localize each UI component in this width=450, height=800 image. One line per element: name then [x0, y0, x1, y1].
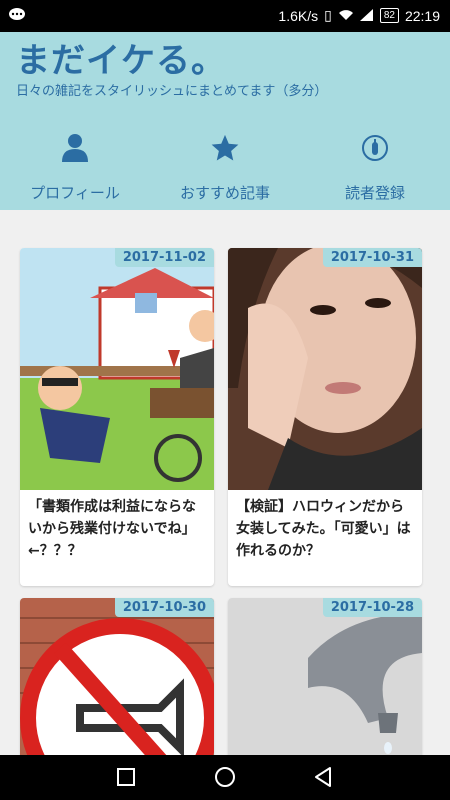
article-title[interactable]: 「書類作成は利益にならないから残業付けないでね」←？？？ — [20, 490, 214, 570]
site-header: まだイケる。 日々の雑記をスタイリッシュにまとめてます（多分） プロフィール お… — [0, 32, 450, 210]
article-list: 2017-11-02 「書類作成は利益にならないから残業付けないでね」←？？？ … — [0, 210, 450, 755]
nav-label: おすすめ記事 — [179, 184, 270, 202]
site-title[interactable]: まだイケる。 — [16, 40, 226, 82]
article-card[interactable]: 2017-10-28 — [228, 598, 422, 755]
article-card[interactable]: 2017-10-30 — [20, 598, 214, 755]
back-button[interactable] — [312, 765, 336, 789]
status-bar: 1.6K/s ▯ 82 22:19 — [0, 0, 450, 32]
vibrate-icon: ▯ — [324, 7, 332, 23]
battery-indicator: 82 — [379, 8, 399, 23]
nav-subscribe[interactable]: 読者登録 — [300, 128, 450, 203]
header-nav: プロフィール おすすめ記事 読者登録 — [0, 128, 450, 208]
nav-label: 読者登録 — [344, 184, 405, 202]
message-icon — [8, 7, 26, 26]
site-subtitle: 日々の雑記をスタイリッシュにまとめてます（多分） — [16, 84, 328, 99]
article-date: 2017-10-31 — [322, 248, 422, 267]
article-thumbnail: 2017-10-30 — [20, 598, 214, 755]
article-date: 2017-10-30 — [114, 598, 214, 617]
subscribe-icon — [300, 128, 450, 168]
net-speed: 1.6K/s — [278, 7, 319, 24]
recent-apps-button[interactable] — [114, 765, 138, 789]
star-icon — [150, 128, 300, 168]
clock: 22:19 — [404, 7, 440, 24]
nav-recommended[interactable]: おすすめ記事 — [150, 128, 300, 203]
article-thumbnail: 2017-10-28 — [228, 598, 422, 755]
signal-icon — [359, 8, 374, 24]
system-nav-bar — [0, 755, 450, 800]
home-button[interactable] — [213, 765, 237, 789]
wifi-icon — [338, 8, 354, 24]
article-card[interactable]: 2017-11-02 「書類作成は利益にならないから残業付けないでね」←？？？ — [20, 248, 214, 586]
article-date: 2017-11-02 — [114, 248, 214, 267]
article-thumbnail: 2017-11-02 — [20, 248, 214, 490]
nav-label: プロフィール — [30, 184, 120, 202]
article-date: 2017-10-28 — [322, 598, 422, 617]
person-icon — [0, 128, 150, 168]
article-title[interactable]: 【検証】ハロウィンだから女装してみた。「可愛い」は作れるのか？ — [228, 490, 422, 570]
nav-profile[interactable]: プロフィール — [0, 128, 150, 203]
article-thumbnail: 2017-10-31 — [228, 248, 422, 490]
article-card[interactable]: 2017-10-31 【検証】ハロウィンだから女装してみた。「可愛い」は作れるの… — [228, 248, 422, 586]
